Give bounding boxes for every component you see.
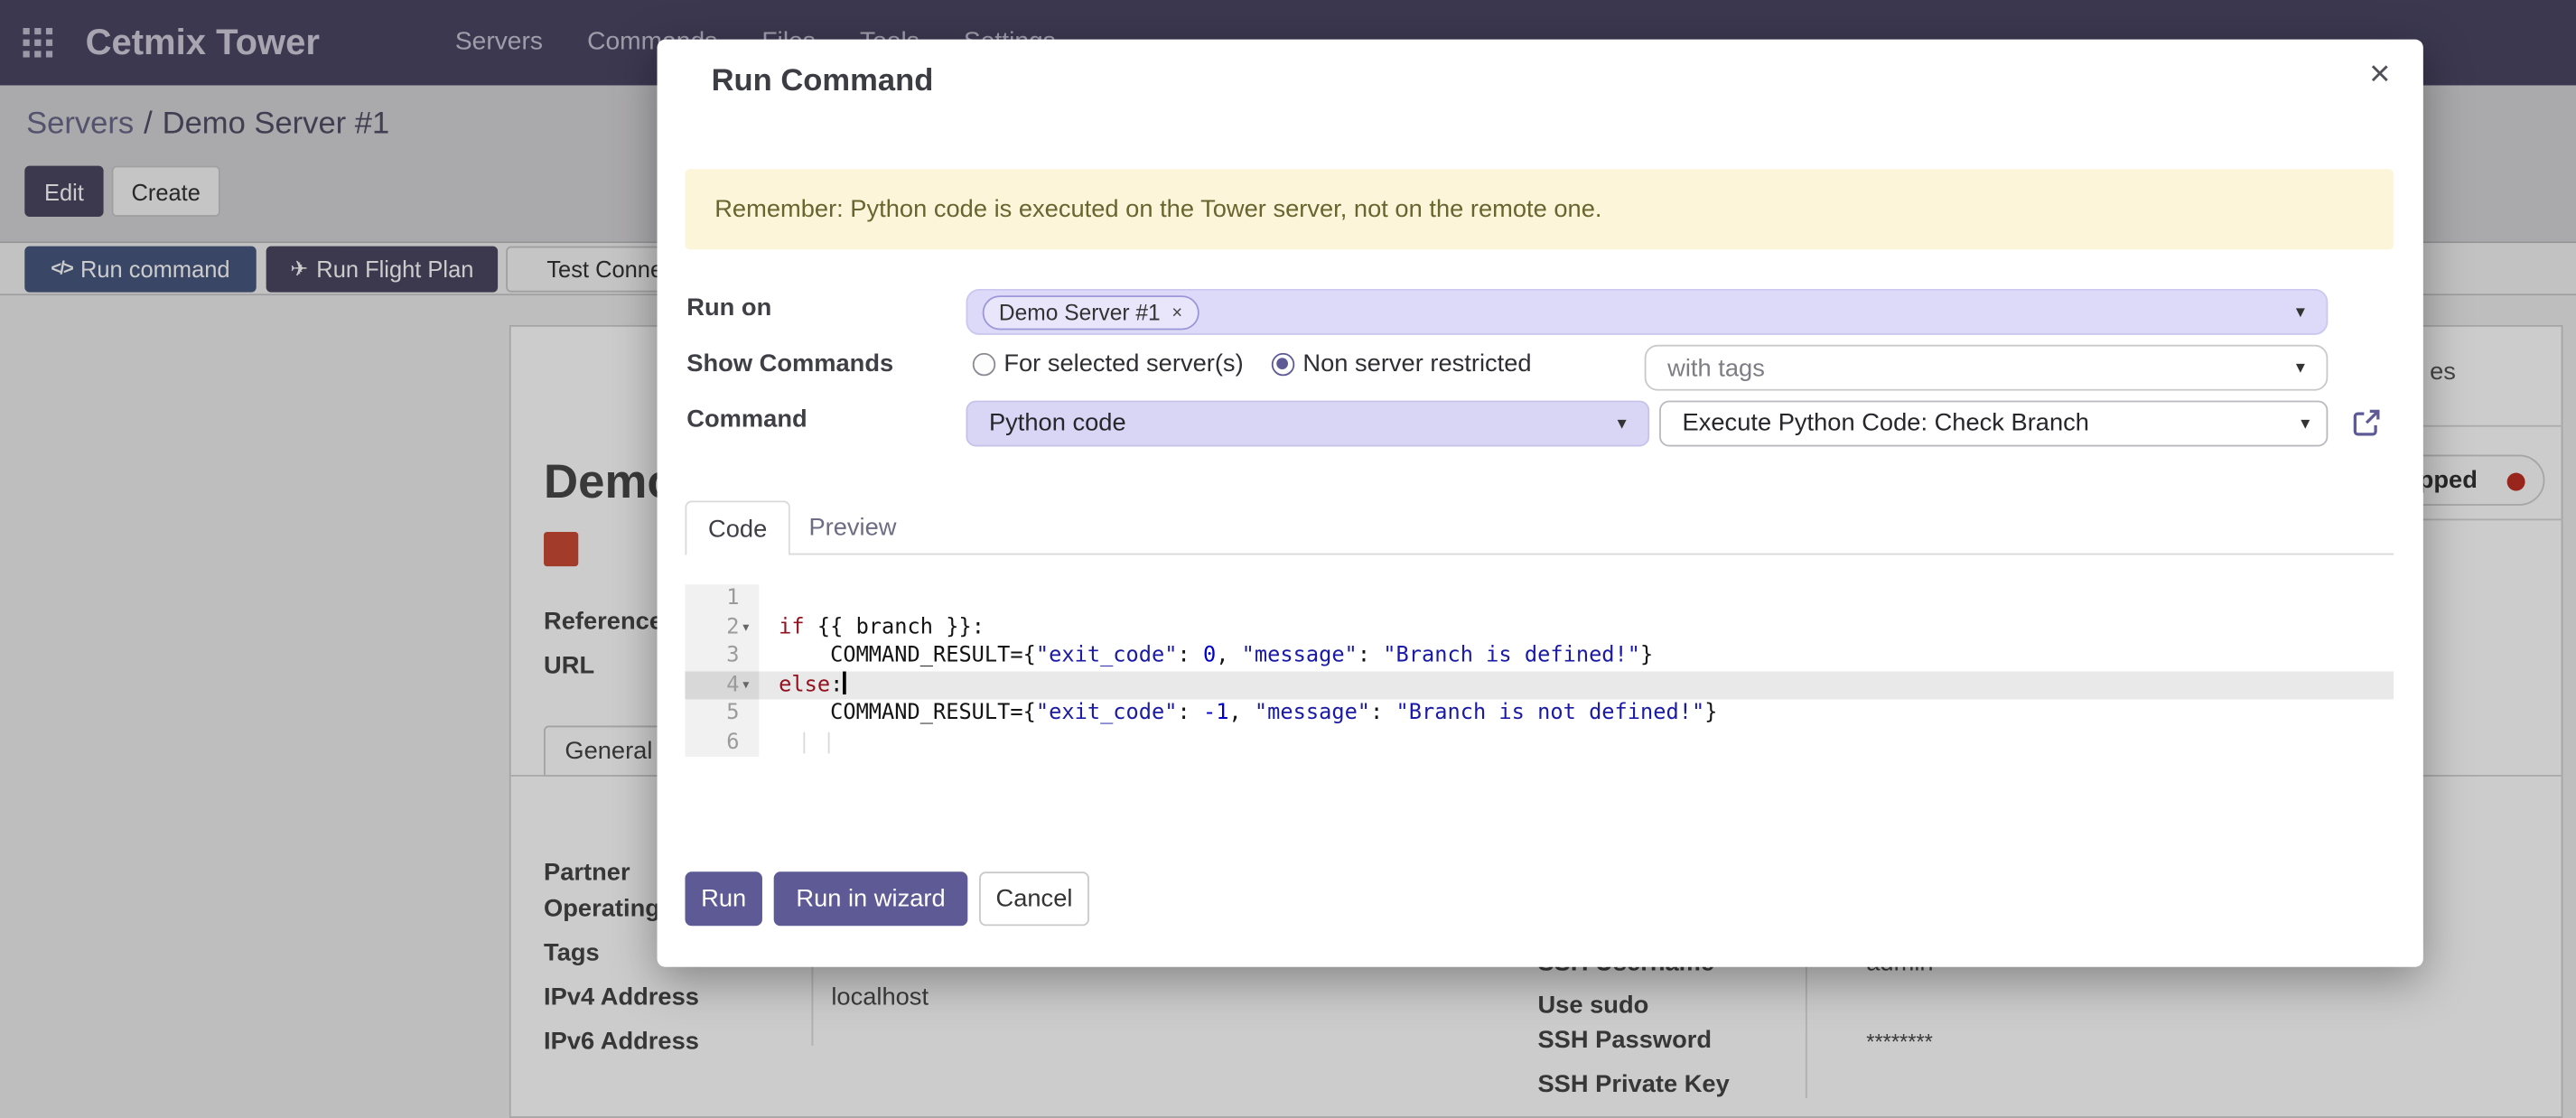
tabs-divider bbox=[685, 554, 2394, 555]
run-button[interactable]: Run bbox=[685, 871, 761, 926]
gutter-line-number: 2▾ bbox=[685, 613, 759, 642]
dropdown-caret-icon: ▾ bbox=[2296, 301, 2305, 322]
radio-label-non-restricted[interactable]: Non server restricted bbox=[1302, 349, 1531, 377]
fold-caret-icon[interactable]: ▾ bbox=[741, 613, 751, 642]
screen: Cetmix Tower ServersCommandsFilesToolsSe… bbox=[0, 0, 2576, 1118]
command-record-select[interactable]: Execute Python Code: Check Branch ▾ bbox=[1659, 401, 2328, 447]
editor-code-text: COMMAND_RESULT={"exit_code": -1, "messag… bbox=[769, 699, 2394, 728]
radio-label-selected-servers[interactable]: For selected server(s) bbox=[1003, 349, 1243, 377]
run-on-field[interactable]: Demo Server #1 × ▾ bbox=[966, 289, 2329, 335]
editor-code-text: if {{ branch }}: bbox=[769, 613, 2394, 642]
editor-code-text: else: bbox=[769, 671, 2394, 700]
selected-server-chip[interactable]: Demo Server #1 × bbox=[983, 295, 1199, 330]
editor-line-2: 2▾ if {{ branch }}: bbox=[685, 613, 2394, 642]
tab-code[interactable]: Code bbox=[685, 500, 789, 554]
run-command-modal: Run Command × Remember: Python code is e… bbox=[658, 40, 2423, 967]
command-type-select[interactable]: Python code ▾ bbox=[966, 401, 1650, 447]
external-link-icon[interactable] bbox=[2351, 407, 2383, 439]
gutter-line-number: 3 bbox=[685, 642, 759, 671]
code-editor[interactable]: 12▾if {{ branch }}:3 COMMAND_RESULT={"ex… bbox=[685, 584, 2394, 761]
radio-for-selected-servers[interactable] bbox=[973, 353, 995, 376]
gutter-line-number: 5 bbox=[685, 699, 759, 728]
editor-line-3: 3 COMMAND_RESULT={"exit_code": 0, "messa… bbox=[685, 642, 2394, 671]
tab-preview[interactable]: Preview bbox=[790, 500, 915, 554]
gutter-line-number: 4▾ bbox=[685, 671, 759, 700]
command-type-value: Python code bbox=[989, 409, 1126, 437]
editor-line-4: 4▾ else: bbox=[685, 671, 2394, 700]
warning-text: Remember: Python code is executed on the… bbox=[714, 195, 1601, 223]
close-icon[interactable]: × bbox=[2369, 56, 2390, 92]
chip-remove-icon[interactable]: × bbox=[1171, 303, 1182, 322]
warning-banner: Remember: Python code is executed on the… bbox=[685, 169, 2394, 249]
gutter-line-number: 6 bbox=[685, 728, 759, 757]
cancel-button[interactable]: Cancel bbox=[979, 871, 1089, 926]
modal-title: Run Command bbox=[712, 64, 934, 100]
fold-caret-icon[interactable]: ▾ bbox=[741, 671, 751, 700]
radio-non-server-restricted[interactable] bbox=[1272, 353, 1294, 376]
editor-line-1: 1 bbox=[685, 584, 2394, 613]
command-record-value: Execute Python Code: Check Branch bbox=[1683, 409, 2089, 437]
with-tags-field[interactable]: with tags ▾ bbox=[1645, 345, 2329, 391]
code-editor-lines: 12▾if {{ branch }}:3 COMMAND_RESULT={"ex… bbox=[685, 584, 2394, 757]
dropdown-caret-icon: ▾ bbox=[2296, 357, 2305, 378]
run-on-label: Run on bbox=[686, 293, 771, 321]
editor-line-6: 6 bbox=[685, 728, 2394, 757]
editor-code-text: COMMAND_RESULT={"exit_code": 0, "message… bbox=[769, 642, 2394, 671]
editor-line-5: 5 COMMAND_RESULT={"exit_code": -1, "mess… bbox=[685, 699, 2394, 728]
chip-label: Demo Server #1 bbox=[999, 301, 1161, 325]
run-in-wizard-button[interactable]: Run in wizard bbox=[774, 871, 968, 926]
text-cursor bbox=[843, 671, 846, 694]
with-tags-placeholder: with tags bbox=[1667, 355, 1765, 383]
show-commands-label: Show Commands bbox=[686, 349, 893, 377]
command-label: Command bbox=[686, 405, 807, 433]
gutter-line-number: 1 bbox=[685, 584, 759, 613]
select-caret-icon: ▾ bbox=[1618, 413, 1627, 434]
select-caret-icon: ▾ bbox=[2301, 413, 2310, 434]
